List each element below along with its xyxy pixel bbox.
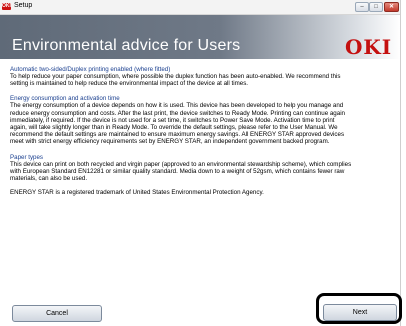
maximize-icon: □ <box>374 4 378 10</box>
section-title-duplex: Automatic two-sided/Duplex printing enab… <box>10 66 171 73</box>
section-body-line: reduce energy consumption and costs. Aft… <box>10 109 346 117</box>
section-title-paper: Paper types <box>10 153 44 161</box>
section-body-line: immediately, if required. If the device … <box>10 116 335 124</box>
section-body-line: This device can print on both recycled a… <box>10 160 352 168</box>
advice-content: Automatic two-sided/Duplex printing enab… <box>10 66 394 196</box>
section-title-energy: Energy consumption and activation time <box>10 95 120 103</box>
section-body-line: The energy consumption of a device depen… <box>10 102 344 110</box>
section-body-line: again, will take slightly longer than in… <box>10 124 338 132</box>
setup-window: OKI Setup – □ ✕ Environmental advice for… <box>0 0 402 326</box>
close-icon: ✕ <box>388 4 395 10</box>
page-title: Environmental advice for Users <box>12 37 241 54</box>
section-body-line: meet with strict energy efficiency requi… <box>10 138 330 146</box>
window-title: Setup <box>14 2 33 9</box>
section-body-line: with European Standard EN12281 or simila… <box>10 167 345 175</box>
oki-logo: OKI <box>345 35 393 59</box>
minimize-button[interactable]: – <box>355 2 369 12</box>
trademark-notice: ENERGY STAR is a registered trademark of… <box>10 189 264 197</box>
section-body-line: materials, can also be used. <box>10 175 88 183</box>
title-bar: OKI Setup – □ ✕ <box>0 0 400 15</box>
minimize-icon: – <box>360 4 364 10</box>
section-body-line: recommend the default settings are maint… <box>10 131 345 139</box>
close-button[interactable]: ✕ <box>384 2 399 12</box>
maximize-button[interactable]: □ <box>369 2 383 12</box>
section-body-line: To help reduce your paper consumption, w… <box>10 73 341 80</box>
next-button[interactable]: Next <box>323 304 397 321</box>
app-icon-text: OKI <box>2 3 11 9</box>
cancel-button[interactable]: Cancel <box>12 305 102 322</box>
section-body-line: setting is maintained to help reduce the… <box>10 80 249 88</box>
app-icon: OKI <box>2 3 11 10</box>
header-banner: Environmental advice for Users OKI <box>0 15 400 59</box>
